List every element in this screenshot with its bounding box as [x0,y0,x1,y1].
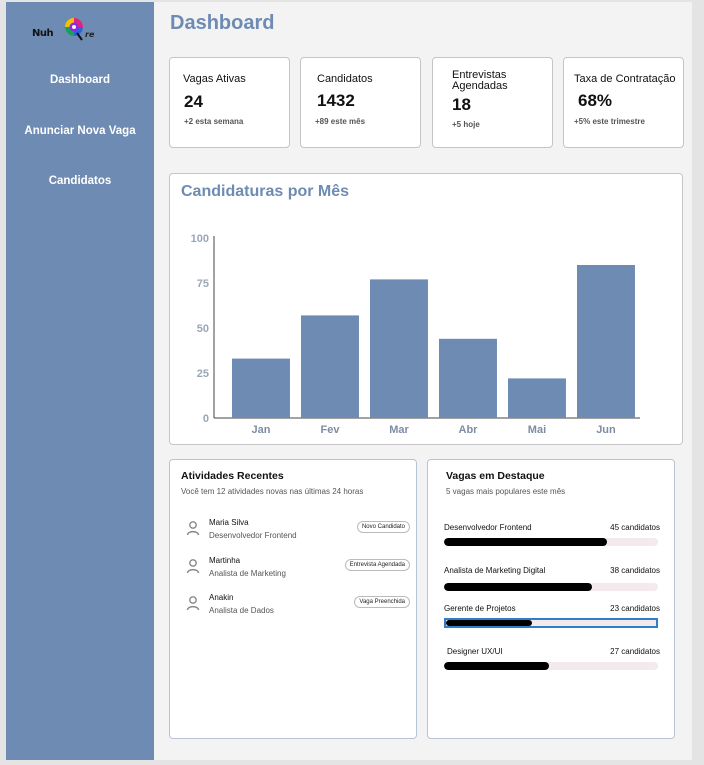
panel-subtitle: Você tem 12 atividades novas nas últimas… [181,487,364,496]
stat-value: 68% [578,91,613,110]
chart-card: Candidaturas por Mês 0 25 50 75 100 Jan Fev Mar… [169,173,683,445]
page-title: Dashboard [170,12,275,34]
bar-jan [232,358,290,418]
job-name: Designer UX/UI [447,647,503,656]
job-count: 45 candidatos [610,523,660,532]
activity-badge: Novo Candidato [356,521,410,533]
brand-logo[interactable]: Nuh re [32,16,104,46]
bar-chart: 0 25 50 75 100 Jan Fev Mar Abr Mai Jun [191,233,640,436]
panel-title: Atividades Recentes [181,470,284,482]
stat-card-candidatos[interactable]: Candidatos 1432 +89 este mês [300,57,421,148]
user-icon [186,559,200,574]
job-name: Analista de Marketing Digital [444,566,546,575]
stat-label: Candidatos [317,73,373,85]
activity-role: Analista de Dados [209,606,274,615]
job-progress-bar-selected [444,618,658,628]
activity-item[interactable]: Maria Silva Desenvolvedor Frontend Novo … [184,518,410,548]
job-name: Gerente de Projetos [444,604,516,613]
sidebar-item-anunciar-nova-vaga[interactable]: Anunciar Nova Vaga [6,125,154,137]
x-tick-label: Abr [459,424,479,436]
activity-item[interactable]: Martinha Analista de Marketing Entrevist… [184,556,410,586]
job-item[interactable]: Gerente de Projetos 23 candidatos [444,604,660,634]
activity-badge: Vaga Preenchida [354,596,410,608]
activity-item[interactable]: Anakin Analista de Dados Vaga Preenchida [184,593,410,623]
activity-role: Desenvolvedor Frontend [209,531,297,540]
job-progress-bar [444,583,658,591]
activity-role: Analista de Marketing [209,569,286,578]
job-item[interactable]: Designer UX/UI 27 candidatos [444,647,660,677]
stat-sub: +5% este trimestre [574,117,645,126]
job-name: Desenvolvedor Frontend [444,523,532,532]
activity-badge: Entrevista Agendada [344,559,410,571]
job-progress-fill [446,620,533,626]
stat-sub: +2 esta semana [184,117,244,126]
job-count: 23 candidatos [610,604,660,613]
recent-activities-panel: Atividades Recentes Você tem 12 atividad… [169,459,417,739]
job-progress-bar [444,662,658,670]
sidebar-item-candidatos[interactable]: Candidatos [6,175,154,187]
job-progress-fill [444,538,607,546]
stat-value: 1432 [317,91,355,110]
job-progress-fill [444,662,549,670]
y-tick-label: 0 [203,413,209,425]
bar-mar [370,279,428,418]
sidebar-item-dashboard[interactable]: Dashboard [6,74,154,86]
job-progress-fill [444,583,592,591]
bar-mai [508,378,566,418]
stat-value: 18 [452,95,471,114]
stat-card-entrevistas-agendadas[interactable]: Entrevistas Agendadas 18 +5 hoje [432,57,553,148]
x-tick-label: Mai [528,424,546,436]
job-item[interactable]: Desenvolvedor Frontend 45 candidatos [444,523,660,553]
job-count: 27 candidatos [610,647,660,656]
x-tick-label: Jun [596,424,616,436]
activity-name: Martinha [209,556,241,565]
job-item[interactable]: Analista de Marketing Digital 38 candida… [444,566,660,596]
stat-card-taxa-de-contratacao[interactable]: Taxa de Contratação 68% +5% este trimest… [563,57,684,148]
user-icon [186,521,200,536]
stat-label: Taxa de Contratação [574,73,676,85]
x-tick-label: Fev [320,424,340,436]
sidebar: Nuh re Dashboard Anunciar Nova Vaga Cand… [6,2,154,760]
stat-sub: +89 este mês [315,117,366,126]
stat-label-line2: Agendadas [452,80,508,92]
bar-abr [439,338,497,418]
y-tick-label: 25 [197,368,209,380]
x-tick-label: Jan [251,424,270,436]
stat-label: Vagas Ativas [183,73,246,85]
stat-sub: +5 hoje [452,120,480,129]
y-tick-label: 50 [197,323,209,335]
activity-name: Anakin [209,593,234,602]
activity-name: Maria Silva [209,518,249,527]
x-tick-label: Mar [389,424,409,436]
bar-fev [301,315,359,418]
user-icon [186,596,200,611]
featured-jobs-panel: Vagas em Destaque 5 vagas mais populares… [427,459,675,739]
panel-subtitle: 5 vagas mais populares este mês [446,487,566,496]
stat-value: 24 [184,92,203,111]
logo-text-left: Nuh [32,28,54,39]
job-count: 38 candidatos [610,566,660,575]
y-tick-label: 75 [197,278,209,290]
bar-jun [577,265,635,418]
stat-card-vagas-ativas[interactable]: Vagas Ativas 24 +2 esta semana [169,57,290,148]
logo-text-right: re [85,30,95,39]
job-progress-bar [444,538,658,546]
y-tick-label: 100 [191,233,209,245]
panel-title: Vagas em Destaque [446,470,545,482]
logo-mark-icon [65,18,83,41]
